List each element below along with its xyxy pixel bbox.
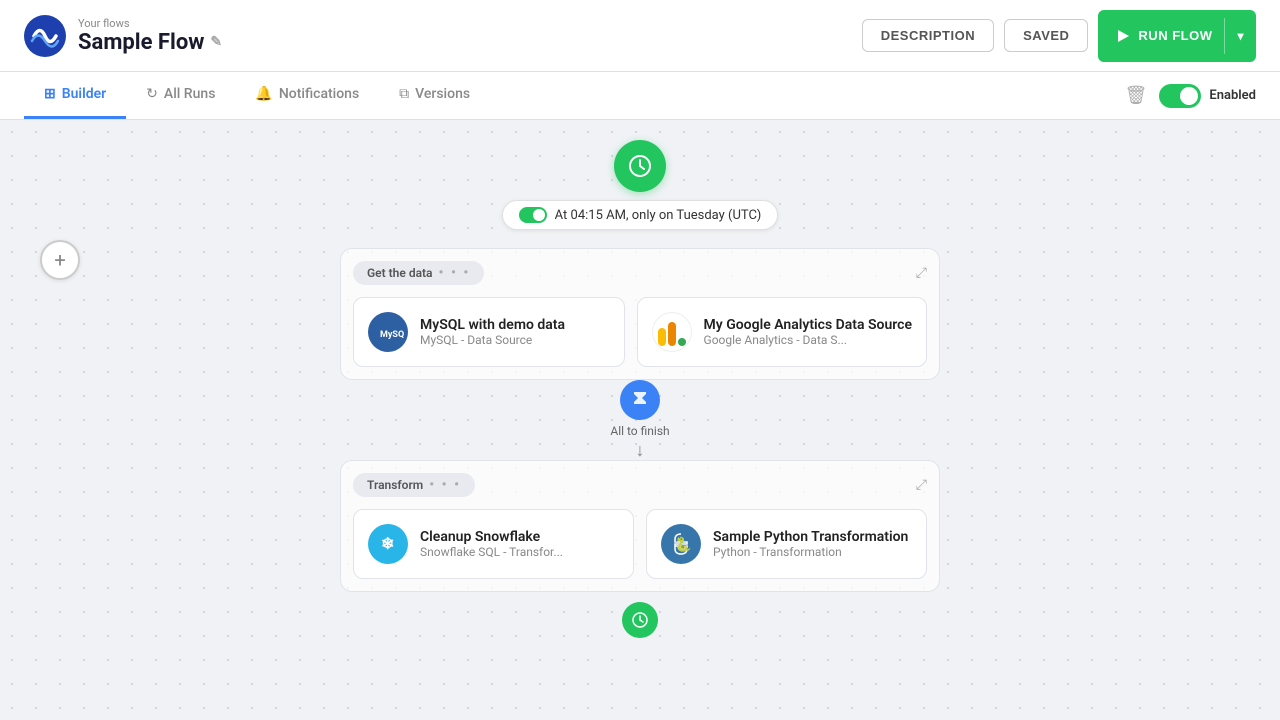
header-actions: DESCRIPTION SAVED RUN FLOW ▾ (862, 10, 1256, 62)
schedule-label-box[interactable]: At 04:15 AM, only on Tuesday (UTC) (502, 200, 779, 230)
tab-bar: ⊞ Builder ↻ All Runs 🔔 Notifications ⧉ V… (0, 72, 1280, 120)
python-node-info: Sample Python Transformation Python - Tr… (713, 529, 912, 559)
next-step-node[interactable] (622, 602, 658, 638)
all-to-finish-label: All to finish (610, 424, 669, 438)
transform-label: Transform • • • (353, 473, 475, 497)
mysql-logo: MySQL (368, 312, 408, 352)
schedule-text: At 04:15 AM, only on Tuesday (UTC) (555, 208, 762, 223)
svg-text:MySQL: MySQL (380, 330, 404, 340)
mysql-node-name: MySQL with demo data (420, 317, 610, 333)
run-flow-label-area: RUN FLOW (1116, 28, 1224, 43)
transform-group: Transform • • • ⤢ ❄ Cleanup Snowflake (340, 460, 940, 592)
python-node-name: Sample Python Transformation (713, 529, 912, 545)
svg-text:🐍: 🐍 (674, 536, 691, 553)
versions-tab-label: Versions (415, 86, 470, 102)
mysql-node-card[interactable]: MySQL MySQL with demo data MySQL - Data … (353, 297, 625, 367)
ga-icon (654, 314, 690, 350)
plus-icon: + (54, 248, 65, 272)
schedule-node[interactable] (614, 140, 666, 192)
canvas: + At 04:15 AM, only on Tuesday (UTC) Get… (0, 120, 1280, 720)
ga-logo (652, 312, 692, 352)
group-label-row: Get the data • • • ⤢ (353, 261, 927, 285)
get-data-label: Get the data • • • (353, 261, 484, 285)
python-icon: 🐍 (663, 526, 699, 562)
flow-title: Sample Flow ✎ (78, 30, 222, 55)
mysql-icon: MySQL (372, 316, 404, 348)
snowflake-node-card[interactable]: ❄ Cleanup Snowflake Snowflake SQL - Tran… (353, 509, 634, 579)
run-chevron-icon[interactable]: ▾ (1225, 29, 1256, 43)
tab-versions[interactable]: ⧉ Versions (379, 72, 490, 119)
delete-flow-icon[interactable]: 🗑 (1125, 85, 1148, 106)
transform-cards: ❄ Cleanup Snowflake Snowflake SQL - Tran… (353, 509, 927, 579)
all-to-finish-connector: All to finish ↓ (610, 380, 669, 460)
run-flow-text: RUN FLOW (1138, 28, 1212, 43)
get-data-label-text: Get the data (367, 266, 433, 280)
builder-tab-icon: ⊞ (44, 86, 56, 102)
logo-area: Your flows Sample Flow ✎ (24, 15, 222, 57)
python-node-type: Python - Transformation (713, 545, 912, 559)
schedule-toggle[interactable] (519, 207, 547, 223)
mysql-node-info: MySQL with demo data MySQL - Data Source (420, 317, 610, 347)
saved-button[interactable]: SAVED (1004, 19, 1088, 52)
get-data-group: Get the data • • • ⤢ MySQL MySQL with de… (340, 248, 940, 380)
mysql-node-type: MySQL - Data Source (420, 333, 610, 347)
play-icon (1116, 29, 1130, 43)
header: Your flows Sample Flow ✎ DESCRIPTION SAV… (0, 0, 1280, 72)
transform-expand-icon[interactable]: ⤢ (916, 477, 927, 493)
tab-builder[interactable]: ⊞ Builder (24, 72, 126, 119)
google-analytics-node-card[interactable]: My Google Analytics Data Source Google A… (637, 297, 927, 367)
get-data-expand-icon[interactable]: ⤢ (916, 265, 927, 281)
app-logo (24, 15, 66, 57)
flow-name: Sample Flow (78, 30, 204, 55)
notifications-tab-icon: 🔔 (255, 86, 272, 102)
tab-all-runs[interactable]: ↻ All Runs (126, 72, 235, 119)
flow-center: At 04:15 AM, only on Tuesday (UTC) Get t… (330, 140, 950, 638)
get-data-menu-icon[interactable]: • • • (439, 265, 471, 281)
snowflake-node-type: Snowflake SQL - Transfor... (420, 545, 619, 559)
transform-menu-icon[interactable]: • • • (429, 477, 461, 493)
ga-node-info: My Google Analytics Data Source Google A… (704, 317, 912, 347)
tab-notifications[interactable]: 🔔 Notifications (235, 72, 379, 119)
enabled-label: Enabled (1209, 88, 1256, 103)
transform-label-row: Transform • • • ⤢ (353, 473, 927, 497)
transform-label-text: Transform (367, 478, 423, 492)
snowflake-icon: ❄ (372, 528, 404, 560)
versions-tab-icon: ⧉ (399, 86, 409, 102)
next-step-icon (631, 611, 649, 629)
snowflake-logo: ❄ (368, 524, 408, 564)
edit-title-icon[interactable]: ✎ (210, 34, 222, 50)
ga-node-type: Google Analytics - Data S... (704, 333, 912, 347)
toggle-area: Enabled (1159, 84, 1256, 108)
snowflake-node-name: Cleanup Snowflake (420, 529, 619, 545)
hourglass-node[interactable] (620, 380, 660, 420)
builder-tab-label: Builder (62, 86, 106, 102)
clock-icon (627, 153, 653, 179)
all-runs-tab-label: All Runs (164, 86, 216, 102)
ga-node-name: My Google Analytics Data Source (704, 317, 912, 333)
python-logo: 🐍 (661, 524, 701, 564)
all-runs-tab-icon: ↻ (146, 86, 158, 102)
python-node-card[interactable]: 🐍 Sample Python Transformation Python - … (646, 509, 927, 579)
run-flow-button[interactable]: RUN FLOW ▾ (1098, 10, 1256, 62)
get-data-cards: MySQL MySQL with demo data MySQL - Data … (353, 297, 927, 367)
tabs: ⊞ Builder ↻ All Runs 🔔 Notifications ⧉ V… (24, 72, 490, 119)
enabled-toggle[interactable] (1159, 84, 1201, 108)
breadcrumb: Your flows (78, 17, 222, 30)
add-step-button[interactable]: + (40, 240, 80, 280)
tab-right-actions: 🗑 Enabled (1125, 84, 1256, 108)
flow-title-area: Your flows Sample Flow ✎ (78, 17, 222, 55)
description-button[interactable]: DESCRIPTION (862, 19, 994, 52)
notifications-tab-label: Notifications (279, 86, 359, 102)
hourglass-icon (630, 390, 650, 410)
svg-text:❄: ❄ (381, 534, 394, 553)
snowflake-node-info: Cleanup Snowflake Snowflake SQL - Transf… (420, 529, 619, 559)
arrow-down-icon: ↓ (636, 442, 645, 460)
next-connector-area (622, 602, 658, 638)
